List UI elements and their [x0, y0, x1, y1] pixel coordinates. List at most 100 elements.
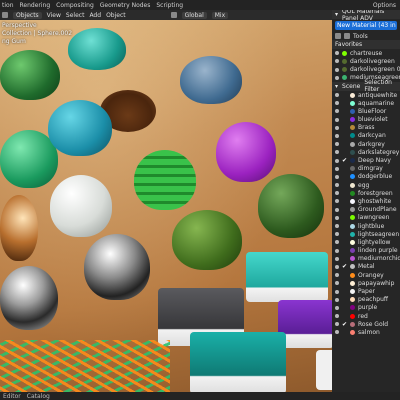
scene-material-row[interactable]: lightseagreen — [332, 230, 400, 238]
favorite-material-row[interactable]: darkolivegreen — [332, 57, 400, 65]
workspace-tab-animation[interactable]: tion — [2, 2, 14, 9]
link-dot-icon — [335, 75, 339, 80]
tools-label[interactable]: Tools — [353, 33, 368, 40]
paperclip-pile[interactable] — [0, 340, 170, 392]
scene-material-row[interactable]: red — [332, 312, 400, 320]
sphere-dark-green[interactable] — [258, 174, 324, 238]
material-swatch-icon — [350, 264, 355, 270]
scene-material-row[interactable]: ✔ Deep Navy — [332, 156, 400, 164]
material-swatch-icon — [350, 297, 355, 303]
link-dot-icon — [335, 232, 339, 237]
scene-material-row[interactable]: darkcyan — [332, 132, 400, 140]
material-swatch-icon — [350, 321, 355, 327]
scene-material-row[interactable]: blueviolet — [332, 116, 400, 124]
sphere-blue-grey[interactable] — [180, 56, 242, 104]
new-material-button[interactable]: New Material (43 in scene) — [335, 21, 397, 30]
scene-material-name: BlueFloor — [358, 107, 387, 115]
sphere-speckled-white[interactable] — [50, 175, 112, 237]
scene-material-row[interactable]: ✔ Metal — [332, 263, 400, 271]
scene-header[interactable]: ▾ Scene Selection Filter — [332, 79, 400, 93]
favorite-material-row[interactable]: chartreuse — [332, 49, 400, 57]
scene-material-row[interactable]: ghostwhite — [332, 197, 400, 205]
favorite-material-row[interactable]: darkolivegreen 001 — [332, 66, 400, 74]
link-dot-icon — [335, 240, 339, 245]
scene-material-name: Orangey — [358, 271, 384, 279]
scene-material-row[interactable]: linden purple — [332, 247, 400, 255]
status-catalog[interactable]: Catalog — [27, 393, 50, 400]
sphere-chrome[interactable] — [0, 266, 58, 330]
scene-material-row[interactable]: GroundPlane — [332, 206, 400, 214]
slab-purple[interactable] — [278, 300, 332, 348]
scene-material-row[interactable]: ✔ Rose Gold — [332, 320, 400, 328]
scene-material-row[interactable]: Orangey — [332, 271, 400, 279]
scene-material-row[interactable]: lawngreen — [332, 214, 400, 222]
material-swatch-icon — [342, 50, 347, 56]
pivot-dropdown[interactable]: Mix — [211, 11, 229, 19]
link-dot-icon — [335, 67, 339, 72]
scene-material-row[interactable]: forestgreen — [332, 189, 400, 197]
scene-material-row[interactable]: dimgray — [332, 165, 400, 173]
menu-object[interactable]: Object — [106, 12, 126, 19]
slab-teal[interactable] — [190, 332, 286, 392]
link-dot-icon — [335, 215, 339, 220]
scene-material-row[interactable]: aquamarine — [332, 99, 400, 107]
material-swatch-icon — [350, 158, 355, 164]
material-swatch-icon — [350, 313, 355, 319]
scene-material-row[interactable]: Paper — [332, 287, 400, 295]
material-swatch-icon — [350, 198, 355, 204]
link-dot-icon — [335, 125, 339, 130]
scene-material-row[interactable]: lightyellow — [332, 238, 400, 246]
workspace-tab-scripting[interactable]: Scripting — [156, 2, 183, 9]
tools-icon[interactable] — [344, 33, 350, 40]
menu-add[interactable]: Add — [89, 12, 101, 19]
panel-title: QOL Materials Panel ADV — [342, 10, 385, 22]
sphere-chrome-striped[interactable] — [84, 234, 150, 300]
scene-material-row[interactable]: mediumorchid — [332, 255, 400, 263]
panel-header[interactable]: ▾ QOL Materials Panel ADV — [332, 10, 400, 22]
sphere-purple[interactable] — [216, 122, 276, 182]
slab-white[interactable] — [316, 350, 332, 390]
scene-material-row[interactable]: darkslategrey — [332, 148, 400, 156]
3d-viewport[interactable]: Perspective Collection | Sphere.002 ng G… — [0, 20, 332, 392]
scene-material-row[interactable]: antiquewhite — [332, 91, 400, 99]
status-editor[interactable]: Editor — [3, 393, 21, 400]
scene-material-row[interactable]: papayawhip — [332, 279, 400, 287]
menu-view[interactable]: View — [47, 12, 61, 19]
options-button[interactable]: Options — [373, 2, 400, 9]
sphere-striped-green[interactable] — [134, 150, 196, 210]
favorites-label: Favorites — [335, 41, 363, 49]
favorites-header[interactable]: Favorites — [332, 40, 400, 50]
sphere-teal-blue[interactable] — [48, 100, 112, 156]
scene-material-name: ghostwhite — [358, 197, 392, 205]
workspace-tab-geometry-nodes[interactable]: Geometry Nodes — [100, 2, 151, 9]
workspace-tab-rendering[interactable]: Rendering — [20, 2, 51, 9]
scene-material-row[interactable]: dodgerblue — [332, 173, 400, 181]
transform-orientation-dropdown[interactable]: Global — [181, 11, 207, 19]
mode-selector[interactable]: Objects — [13, 11, 42, 19]
scene-material-row[interactable]: egg — [332, 181, 400, 189]
workspace-tab-compositing[interactable]: Compositing — [56, 2, 94, 9]
scene-material-name: Rose Gold — [358, 320, 389, 328]
materials-sidebar: ▾ QOL Materials Panel ADV New Material (… — [332, 10, 400, 392]
scene-material-row[interactable]: BlueFloor — [332, 107, 400, 115]
sphere-green-dark[interactable] — [0, 50, 60, 100]
sphere-olive-green[interactable] — [172, 210, 242, 270]
collapse-arrow-icon[interactable]: ▾ — [335, 11, 338, 18]
scene-material-row[interactable]: Brass — [332, 124, 400, 132]
scene-material-row[interactable]: salmon — [332, 328, 400, 336]
scene-material-row[interactable]: lightblue — [332, 222, 400, 230]
sphere-copper[interactable] — [0, 195, 38, 261]
scene-material-name: peachpuff — [358, 296, 389, 304]
scene-material-row[interactable]: peachpuff — [332, 296, 400, 304]
scene-material-row[interactable]: purple — [332, 304, 400, 312]
scene-material-row[interactable]: darkgrey — [332, 140, 400, 148]
sphere-teal[interactable] — [68, 28, 126, 70]
scene-material-name: dimgray — [358, 165, 383, 173]
link-dot-icon — [335, 109, 339, 114]
link-dot-icon — [335, 305, 339, 310]
scene-material-name: purple — [358, 304, 378, 312]
menu-select[interactable]: Select — [66, 12, 85, 19]
collapse-arrow-icon[interactable]: ▾ — [335, 83, 338, 90]
slab-cyan[interactable] — [246, 252, 328, 302]
material-sphere-icon[interactable] — [335, 33, 341, 40]
